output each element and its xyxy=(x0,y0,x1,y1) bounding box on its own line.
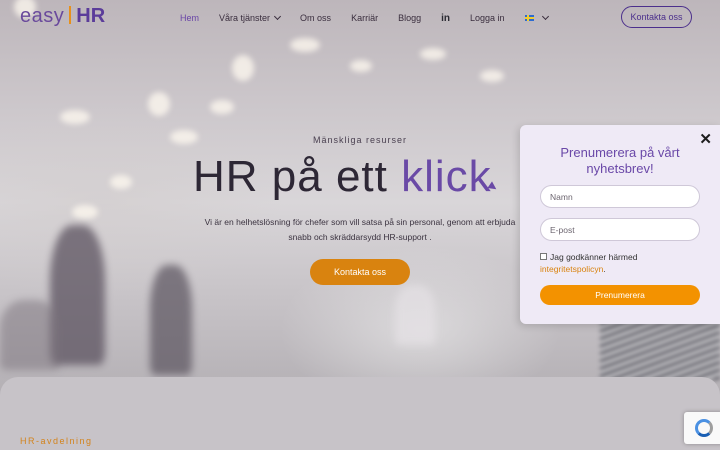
hero-headline: HR på ett klick xyxy=(193,152,499,202)
privacy-policy-link[interactable]: integritetspolicyn xyxy=(540,264,603,274)
headline-main: HR på ett xyxy=(193,152,402,201)
close-icon[interactable]: ✕ xyxy=(699,132,712,147)
language-switcher[interactable] xyxy=(524,12,549,21)
swedish-flag-icon xyxy=(524,15,534,21)
nav-item-label: Karriär xyxy=(351,13,379,23)
newsletter-popup: ✕ Prenumerera på vårt nyhetsbrev! Namn E… xyxy=(520,125,720,324)
section-label: HR-avdelning xyxy=(20,436,93,446)
name-field[interactable]: Namn xyxy=(540,185,700,208)
nav-item-vara-tjanster[interactable]: Våra tjänster xyxy=(219,12,282,23)
nav-item-label: Om oss xyxy=(300,13,332,23)
nav-item-label: Blogg xyxy=(398,13,422,23)
email-field[interactable]: E-post xyxy=(540,218,700,241)
content-section: HR-avdelning xyxy=(0,377,720,450)
logo-separator xyxy=(69,6,72,24)
linkedin-icon[interactable]: in xyxy=(441,13,450,24)
main-nav: Hem Våra tjänster Om oss Karriär Blogg i… xyxy=(180,11,568,25)
consent-row: Jag godkänner härmed integritetspolicyn. xyxy=(540,251,705,275)
logo[interactable]: easy HR xyxy=(20,5,105,28)
header-contact-button[interactable]: Kontakta oss xyxy=(621,6,692,28)
consent-text: Jag godkänner härmed xyxy=(550,252,638,262)
nav-item-label: Våra tjänster xyxy=(219,13,271,23)
headline-accent: klick xyxy=(401,152,492,201)
recaptcha-icon xyxy=(695,419,713,437)
nav-item-hem[interactable]: Hem xyxy=(180,13,199,23)
logo-hr: HR xyxy=(76,5,106,27)
nav-item-karriar[interactable]: Karriär xyxy=(351,13,378,23)
nav-item-blogg[interactable]: Blogg xyxy=(398,13,421,23)
chevron-down-icon xyxy=(541,12,549,21)
newsletter-title: Prenumerera på vårt nyhetsbrev! xyxy=(560,145,680,176)
consent-checkbox[interactable] xyxy=(540,253,547,260)
consent-end: . xyxy=(603,264,606,274)
nav-item-om-oss[interactable]: Om oss xyxy=(300,13,331,23)
chevron-down-icon xyxy=(274,12,282,21)
hero-contact-button[interactable]: Kontakta oss xyxy=(310,259,410,285)
recaptcha-badge[interactable] xyxy=(684,412,720,444)
logo-easy: easy xyxy=(20,5,65,27)
subscribe-button[interactable]: Prenumerera xyxy=(540,285,700,305)
nav-item-label: Logga in xyxy=(470,13,505,23)
hero-lead: Vi är en helhetslösning för chefer som v… xyxy=(204,217,516,242)
nav-item-logga-in[interactable]: Logga in xyxy=(470,13,505,23)
nav-item-label: Hem xyxy=(180,13,200,23)
